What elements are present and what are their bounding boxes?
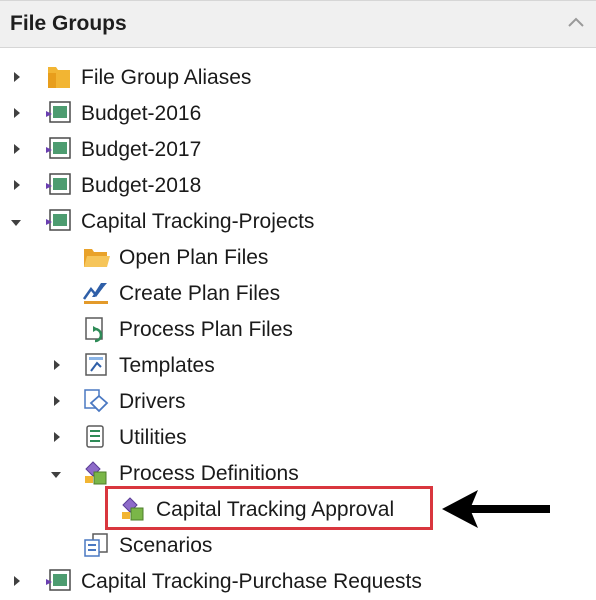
scenarios-icon: [81, 531, 111, 559]
tree-item-label: Budget-2016: [81, 102, 202, 125]
triangle-right-icon[interactable]: [11, 574, 23, 588]
file-group-icon: [44, 171, 74, 199]
tree-item-label: Budget-2018: [81, 174, 202, 197]
file-groups-panel: File Groups File Group Aliases Budget-20…: [0, 0, 596, 594]
tree-item-drivers[interactable]: Drivers: [119, 384, 186, 420]
file-group-icon: [44, 99, 74, 127]
tree-item-label: Capital Tracking Approval: [156, 498, 395, 521]
tree-item-budget-2016[interactable]: Budget-2016: [81, 96, 201, 132]
tree-item-create-plan-files[interactable]: Create Plan Files: [119, 276, 280, 312]
create-plan-files-icon: [81, 279, 111, 307]
tree-item-label: Create Plan Files: [119, 282, 281, 305]
tree-item-budget-2017[interactable]: Budget-2017: [81, 132, 201, 168]
tree-item-label: Drivers: [119, 390, 186, 413]
pointer-arrow-icon: [440, 488, 552, 530]
process-definition-icon: [81, 459, 111, 487]
triangle-right-icon[interactable]: [51, 394, 63, 408]
tree-item-file-group-aliases[interactable]: File Group Aliases: [81, 60, 251, 96]
folder-icon: [44, 63, 74, 91]
tree-item-utilities[interactable]: Utilities: [119, 420, 187, 456]
tree-item-templates[interactable]: Templates: [119, 348, 215, 384]
tree-item-label: Process Definitions: [119, 462, 299, 485]
process-definition-icon: [118, 495, 148, 523]
triangle-right-icon[interactable]: [51, 430, 63, 444]
chevron-up-icon[interactable]: [564, 11, 588, 35]
file-group-icon: [44, 207, 74, 235]
tree-item-label: Scenarios: [119, 534, 213, 557]
tree-item-open-plan-files[interactable]: Open Plan Files: [119, 240, 268, 276]
tree-item-label: Capital Tracking-Projects: [81, 210, 315, 233]
tree-item-label: Utilities: [119, 426, 187, 449]
tree-item-capital-tracking-purchase-requests[interactable]: Capital Tracking-Purchase Requests: [81, 564, 422, 600]
tree-item-label: Budget-2017: [81, 138, 202, 161]
tree-item-capital-tracking-projects[interactable]: Capital Tracking-Projects: [81, 204, 314, 240]
tree-item-label: Open Plan Files: [119, 246, 269, 269]
triangle-right-icon[interactable]: [11, 142, 23, 156]
tree-item-capital-tracking-approval[interactable]: Capital Tracking Approval: [156, 492, 394, 528]
triangle-down-icon[interactable]: [49, 468, 61, 482]
open-folder-icon: [81, 243, 111, 271]
utilities-icon: [81, 423, 111, 451]
tree-item-label: Templates: [119, 354, 215, 377]
file-group-icon: [44, 567, 74, 595]
templates-icon: [81, 351, 111, 379]
tree-item-process-plan-files[interactable]: Process Plan Files: [119, 312, 293, 348]
panel-title: File Groups: [10, 12, 127, 35]
tree-item-label: File Group Aliases: [81, 66, 252, 89]
tree-item-label: Process Plan Files: [119, 318, 293, 341]
triangle-right-icon[interactable]: [11, 70, 23, 84]
triangle-right-icon[interactable]: [11, 106, 23, 120]
panel-header: File Groups: [0, 0, 596, 48]
triangle-right-icon[interactable]: [11, 178, 23, 192]
file-group-icon: [44, 135, 74, 163]
tree-item-label: Capital Tracking-Purchase Requests: [81, 570, 422, 593]
tree-item-budget-2018[interactable]: Budget-2018: [81, 168, 201, 204]
triangle-right-icon[interactable]: [51, 358, 63, 372]
process-plan-files-icon: [81, 315, 111, 343]
triangle-down-icon[interactable]: [9, 216, 21, 230]
drivers-icon: [81, 387, 111, 415]
tree-item-scenarios[interactable]: Scenarios: [119, 528, 212, 564]
